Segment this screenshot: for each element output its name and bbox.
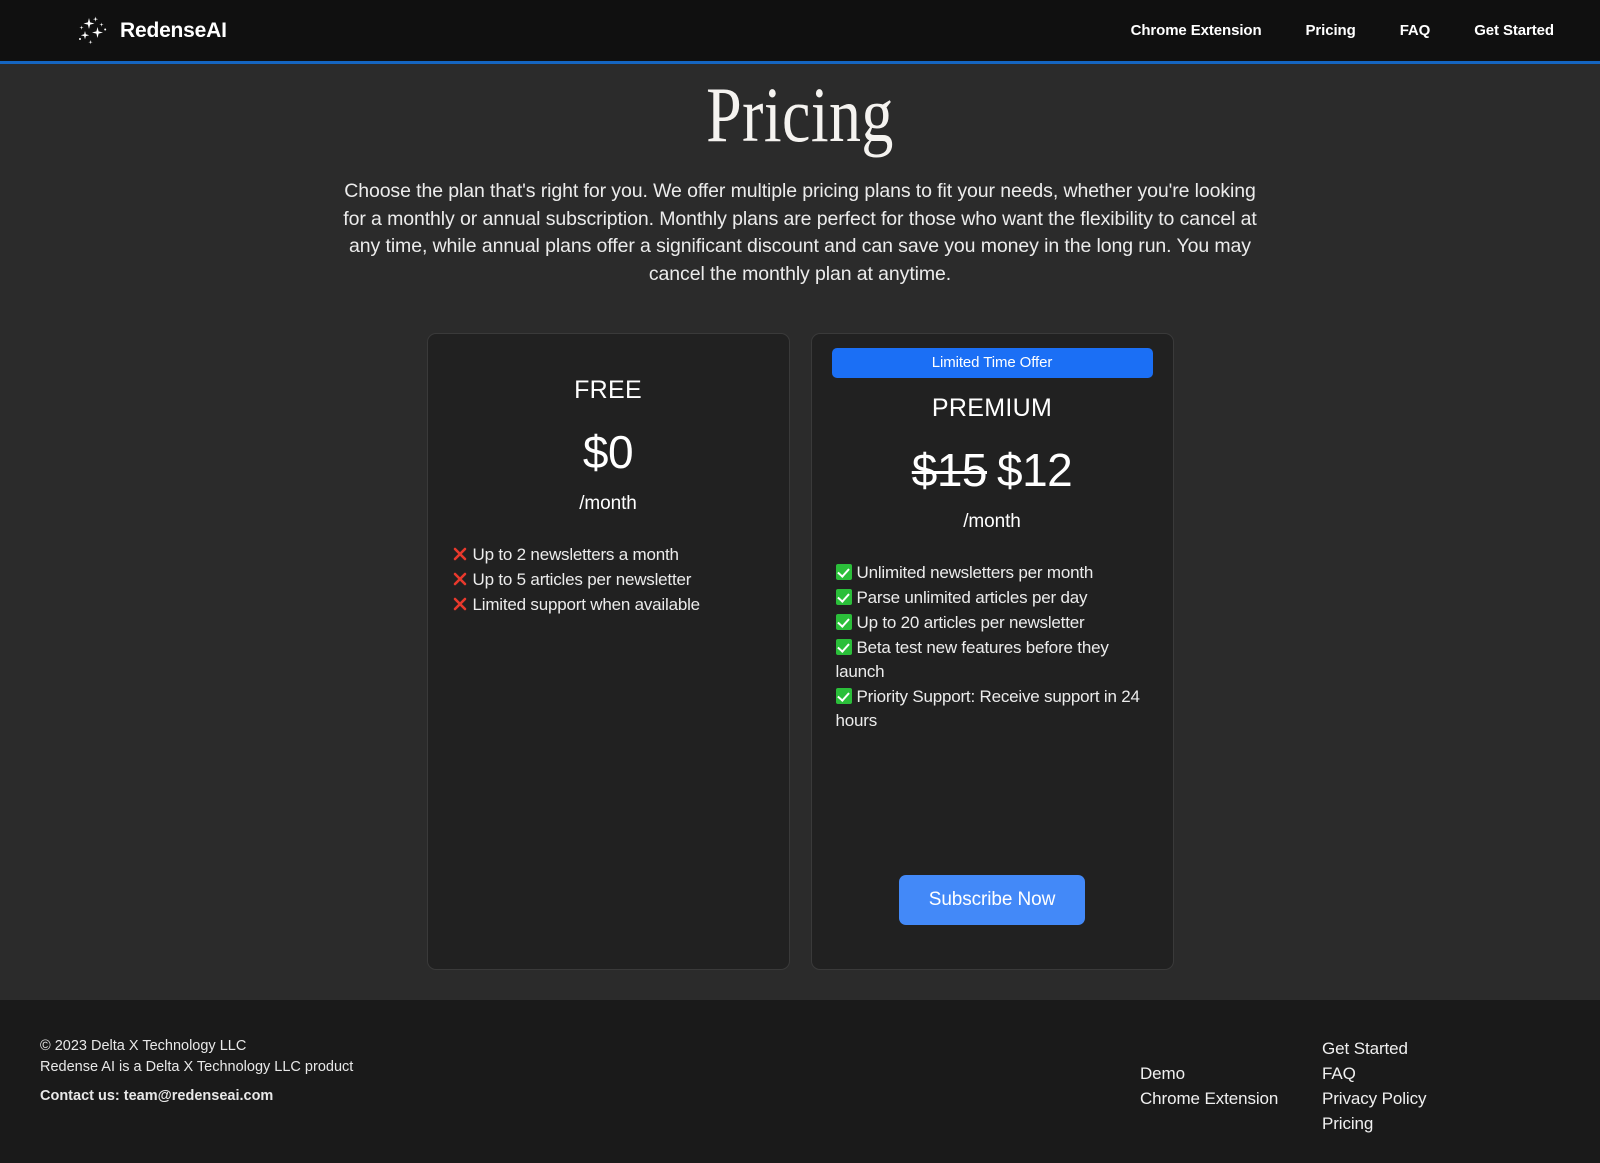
list-item: Limited support when available <box>452 593 765 617</box>
list-item: Beta test new features before they launc… <box>835 636 1149 684</box>
list-item: Parse unlimited articles per day <box>835 586 1149 610</box>
footer-column-a: Demo Chrome Extension <box>1140 1027 1322 1163</box>
price-value-free: $0 <box>582 425 634 478</box>
footer-link-chrome-extension[interactable]: Chrome Extension <box>1140 1086 1322 1111</box>
nav-link-chrome-extension[interactable]: Chrome Extension <box>1131 22 1262 39</box>
feature-text: Unlimited newsletters per month <box>856 562 1094 582</box>
red-x-icon <box>453 547 466 560</box>
plan-cards: FREE $0 /month Up to 2 newsletters a mon… <box>0 332 1600 970</box>
cta-container: Subscribe Now <box>836 874 1149 943</box>
feature-text: Priority Support: Receive support in 24 … <box>835 687 1140 731</box>
list-item: Up to 5 articles per newsletter <box>452 568 765 592</box>
red-x-icon <box>453 597 466 611</box>
footer-column-b: Get Started FAQ Privacy Policy Pricing <box>1322 1027 1502 1163</box>
list-item: Up to 20 articles per newsletter <box>835 611 1149 635</box>
green-check-icon <box>835 639 852 656</box>
feature-text: Up to 20 articles per newsletter <box>856 612 1085 632</box>
green-check-icon <box>835 588 852 605</box>
site-header: RedenseAI Chrome Extension Pricing FAQ G… <box>0 0 1600 64</box>
brand-logo[interactable]: RedenseAI <box>76 14 227 48</box>
hero-description: Choose the plan that's right for you. We… <box>343 179 1257 285</box>
red-x-icon <box>453 572 466 586</box>
footer-legal: © 2023 Delta X Technology LLC Redense AI… <box>40 1027 353 1163</box>
price-original-premium: $15 <box>911 443 988 496</box>
nav-link-get-started[interactable]: Get Started <box>1474 22 1554 39</box>
plan-name-free: FREE <box>574 375 642 404</box>
feature-text: Up to 2 newsletters a month <box>472 544 679 564</box>
list-item: Priority Support: Receive support in 24 … <box>835 685 1149 733</box>
footer-links: Demo Chrome Extension Get Started FAQ Pr… <box>1140 1027 1590 1163</box>
brand-name: RedenseAI <box>120 18 227 42</box>
feature-list-premium: Unlimited newsletters per month Parse un… <box>835 561 1149 735</box>
list-item: Up to 2 newsletters a month <box>452 543 765 567</box>
feature-text: Up to 5 articles per newsletter <box>472 569 692 589</box>
footer-link-demo[interactable]: Demo <box>1140 1061 1322 1086</box>
green-check-icon <box>835 613 852 630</box>
plan-name-premium: PREMIUM <box>931 393 1053 422</box>
list-item: Unlimited newsletters per month <box>835 561 1149 585</box>
footer-contact[interactable]: Contact us: team@redenseai.com <box>40 1086 353 1107</box>
footer-link-faq[interactable]: FAQ <box>1322 1061 1502 1086</box>
plan-card-premium: Limited Time Offer PREMIUM $15 $12 /month… <box>810 332 1174 970</box>
plan-period-free: /month <box>579 492 637 514</box>
green-check-icon <box>835 563 852 580</box>
feature-text: Parse unlimited articles per day <box>856 587 1088 607</box>
plan-period-premium: /month <box>963 510 1021 532</box>
subscribe-now-button[interactable]: Subscribe Now <box>898 874 1086 925</box>
plan-price-premium: $15 $12 <box>836 443 1149 497</box>
hero-section: Pricing Choose the plan that's right for… <box>0 64 1600 289</box>
primary-nav: Chrome Extension Pricing FAQ Get Started <box>1131 22 1572 39</box>
plan-card-free: FREE $0 /month Up to 2 newsletters a mon… <box>426 332 790 970</box>
sparkles-icon <box>79 16 107 44</box>
page-title: Pricing <box>706 71 894 158</box>
limited-time-offer-badge: Limited Time Offer <box>831 347 1153 378</box>
nav-link-pricing[interactable]: Pricing <box>1306 22 1356 39</box>
site-footer: © 2023 Delta X Technology LLC Redense AI… <box>0 1000 1600 1163</box>
footer-link-get-started[interactable]: Get Started <box>1322 1036 1502 1061</box>
feature-list-free: Up to 2 newsletters a month Up to 5 arti… <box>452 543 765 618</box>
footer-product-line: Redense AI is a Delta X Technology LLC p… <box>40 1059 354 1076</box>
footer-copyright: © 2023 Delta X Technology LLC <box>40 1038 247 1054</box>
feature-text: Limited support when available <box>472 594 701 614</box>
plan-price-free: $0 <box>452 425 765 479</box>
pricing-page: RedenseAI Chrome Extension Pricing FAQ G… <box>0 0 1600 1163</box>
nav-link-faq[interactable]: FAQ <box>1400 22 1431 39</box>
green-check-icon <box>835 688 852 705</box>
footer-link-privacy-policy[interactable]: Privacy Policy <box>1322 1086 1502 1111</box>
price-value-premium: $12 <box>997 443 1073 496</box>
feature-text: Beta test new features before they launc… <box>835 638 1109 682</box>
footer-link-pricing[interactable]: Pricing <box>1322 1111 1502 1136</box>
